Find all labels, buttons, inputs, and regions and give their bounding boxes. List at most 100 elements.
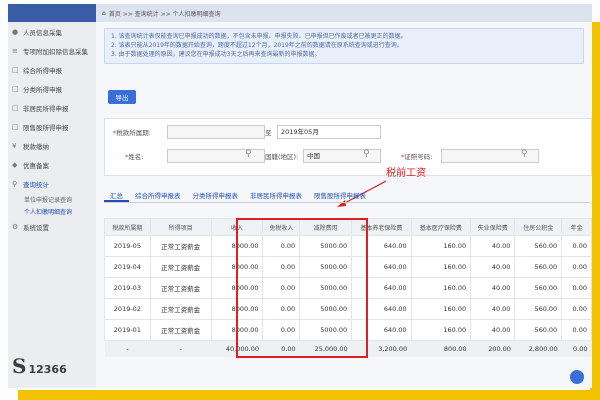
table-cell: 0.00 bbox=[561, 277, 592, 299]
sidebar-item-settings[interactable]: ⚙ 系统设置 bbox=[8, 217, 96, 236]
table-cell: 正常工资薪金 bbox=[149, 235, 212, 257]
doc-icon: □ bbox=[12, 103, 19, 112]
column-header[interactable]: 税款所属期 bbox=[104, 218, 151, 236]
table-cell: 560.00 bbox=[514, 277, 563, 299]
main-content: ⌂ 首页 >> 查询统计 >> 个人扣缴明细查询 1. 该查询统计表仅能查询已申… bbox=[96, 4, 592, 388]
table-cell: 40.00 bbox=[470, 277, 516, 299]
sidebar-item-nonresident[interactable]: □ 非居民所得申报 bbox=[8, 98, 96, 117]
gear-icon: ⚙ bbox=[12, 222, 19, 231]
breadcrumb: 首页 >> 查询统计 >> 个人扣缴明细查询 bbox=[108, 10, 221, 18]
sidebar-item-label: 综合所得申报 bbox=[23, 66, 62, 75]
table-cell: 2019-05 bbox=[104, 235, 151, 257]
doc-icon: □ bbox=[12, 65, 19, 74]
sidebar-item-label: 限售股所得申报 bbox=[23, 123, 69, 132]
breadcrumb-bar: ⌂ 首页 >> 查询统计 >> 个人扣缴明细查询 bbox=[96, 4, 592, 22]
name-label: *姓名: bbox=[125, 153, 144, 161]
column-header[interactable]: 基本医疗保险费 bbox=[410, 218, 472, 236]
frame-border-bottom bbox=[18, 390, 600, 400]
table-cell: 40.00 bbox=[470, 319, 516, 341]
doc-icon: □ bbox=[12, 84, 19, 93]
column-header[interactable]: 年金 bbox=[561, 218, 592, 236]
sidebar-item-classified[interactable]: □ 分类所得申报 bbox=[8, 79, 96, 98]
sidebar-item-label: 系统设置 bbox=[23, 223, 49, 232]
list-icon: ≡ bbox=[12, 46, 18, 55]
table-cell: 正常工资薪金 bbox=[149, 277, 212, 299]
table-cell: 正常工资薪金 bbox=[149, 298, 212, 320]
highlight-box bbox=[236, 218, 368, 358]
table-cell: 0.00 bbox=[561, 298, 592, 320]
coin-icon: ¥ bbox=[12, 141, 17, 150]
column-header[interactable]: 住房公积金 bbox=[514, 218, 563, 236]
nationality-label: 国籍(地区): bbox=[265, 153, 299, 161]
export-button[interactable]: 导出 bbox=[108, 90, 136, 104]
user-icon: ● bbox=[12, 27, 19, 36]
table-cell: 40.00 bbox=[470, 256, 516, 278]
table-cell: 160.00 bbox=[410, 256, 472, 278]
table-cell: 560.00 bbox=[514, 256, 563, 278]
tab-summary[interactable]: 汇总 bbox=[104, 188, 129, 202]
table-cell: 0.00 bbox=[561, 319, 592, 341]
total-cell: 800.00 bbox=[411, 340, 471, 357]
table-cell: 160.00 bbox=[410, 298, 472, 320]
notice-line: 2. 该表只能从2019年的数据开始查询，跨度不超过12个月，2019年之前的数… bbox=[111, 42, 403, 49]
tab-comprehensive[interactable]: 综合所得申报表 bbox=[129, 188, 187, 202]
search-icon[interactable]: ⚲ bbox=[363, 149, 370, 159]
table-cell: 0.00 bbox=[561, 256, 592, 278]
notice-line: 3. 由于数据处理的原因，建议您在申报成功3天之后再来查询最新的申报数据。 bbox=[111, 51, 321, 58]
period-end-field[interactable]: 2019年05月 bbox=[277, 125, 381, 139]
period-to-label: 至 bbox=[265, 129, 272, 137]
sidebar-header bbox=[8, 4, 96, 22]
sidebar-item-preferential[interactable]: ◆ 优惠备案 bbox=[8, 155, 96, 174]
table-cell: 160.00 bbox=[410, 235, 472, 257]
total-cell: - bbox=[104, 340, 151, 357]
sidebar-item-restricted-stock[interactable]: □ 限售股所得申报 bbox=[8, 117, 96, 136]
app-screen: ● 人员信息采集 ≡ 专项附加扣除信息采集 □ 综合所得申报 □ 分类所得申报 □ 非居民… bbox=[8, 4, 592, 388]
table-cell: 2019-03 bbox=[104, 277, 151, 299]
table-cell: 0.00 bbox=[561, 235, 592, 257]
table-cell: 560.00 bbox=[514, 319, 563, 341]
table-cell: 40.00 bbox=[470, 298, 516, 320]
sidebar-item-personnel[interactable]: ● 人员信息采集 bbox=[8, 22, 96, 41]
sidebar-item-label: 税款缴纳 bbox=[23, 142, 49, 151]
annotation-text: 税前工资 bbox=[386, 168, 426, 179]
sidebar-subitem-unit-records[interactable]: 单位申报记录查询 bbox=[8, 193, 96, 205]
photo-frame: ● 人员信息采集 ≡ 专项附加扣除信息采集 □ 综合所得申报 □ 分类所得申报 □ 非居民… bbox=[0, 0, 600, 400]
notice-line: 1. 该查询统计表仅能查询已申报成功的数据，不包含未申报、申报失败、已申报但已作… bbox=[111, 33, 407, 40]
table-cell: 40.00 bbox=[470, 235, 516, 257]
sidebar-item-query[interactable]: ⚲ 查询统计 bbox=[8, 174, 96, 193]
table-cell: 2019-01 bbox=[104, 319, 151, 341]
sidebar-item-deductions[interactable]: ≡ 专项附加扣除信息采集 bbox=[8, 41, 96, 60]
table-cell: 2019-02 bbox=[104, 298, 151, 320]
sidebar-item-label: 人员信息采集 bbox=[23, 28, 62, 37]
search-icon[interactable]: ⚲ bbox=[521, 149, 528, 159]
tab-restricted-stock[interactable]: 限售股所得申报表 bbox=[308, 188, 372, 202]
table-cell: 正常工资薪金 bbox=[149, 256, 212, 278]
total-cell: 0.00 bbox=[561, 340, 592, 357]
column-header[interactable]: 失业保险费 bbox=[470, 218, 516, 236]
column-header[interactable]: 所得项目 bbox=[149, 218, 212, 236]
home-icon[interactable]: ⌂ bbox=[102, 10, 106, 17]
report-tabs: 汇总 综合所得申报表 分类所得申报表 非居民所得申报表 限售股所得申报表 bbox=[104, 188, 590, 203]
logo-mark: S bbox=[12, 354, 27, 378]
filter-panel: *税款所属期: 至 2019年05月 *姓名: ⚲ 国籍(地区): 中国 ⚲ *… bbox=[104, 118, 592, 176]
sidebar-item-label: 非居民所得申报 bbox=[23, 104, 69, 113]
table-cell: 160.00 bbox=[410, 277, 472, 299]
table-cell: 正常工资薪金 bbox=[149, 319, 212, 341]
total-cell: - bbox=[150, 340, 211, 357]
tab-nonresident[interactable]: 非居民所得申报表 bbox=[244, 188, 308, 202]
id-label: *证照号码: bbox=[401, 153, 433, 161]
sidebar-item-comprehensive[interactable]: □ 综合所得申报 bbox=[8, 60, 96, 79]
help-button[interactable] bbox=[570, 370, 584, 384]
sidebar-item-label: 查询统计 bbox=[23, 180, 49, 189]
table-cell: 560.00 bbox=[514, 298, 563, 320]
period-start-field[interactable] bbox=[167, 125, 265, 139]
tab-classified[interactable]: 分类所得申报表 bbox=[187, 188, 245, 202]
table-cell: 560.00 bbox=[514, 235, 563, 257]
sidebar-item-label: 优惠备案 bbox=[23, 161, 49, 170]
sidebar-item-label: 分类所得申报 bbox=[23, 85, 62, 94]
table-cell: 2019-04 bbox=[104, 256, 151, 278]
sidebar-subitem-personal-details[interactable]: 个人扣缴明细查询 bbox=[8, 205, 96, 217]
period-label: *税款所属期: bbox=[113, 129, 151, 137]
sidebar-item-payment[interactable]: ¥ 税款缴纳 bbox=[8, 136, 96, 155]
search-icon[interactable]: ⚲ bbox=[245, 149, 252, 159]
